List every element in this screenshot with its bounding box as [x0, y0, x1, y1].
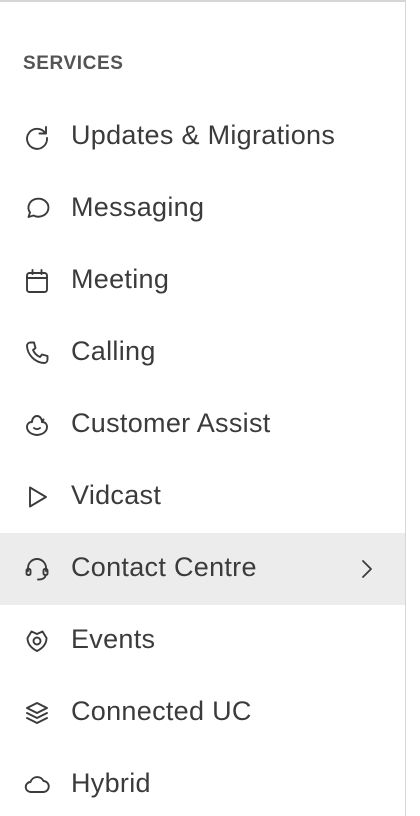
services-nav-list: Updates & Migrations Messaging Meeting C…	[0, 101, 405, 816]
sidebar-item-connected-uc[interactable]: Connected UC	[0, 677, 405, 749]
top-divider	[0, 0, 405, 2]
sidebar-item-label: Vidcast	[71, 480, 162, 510]
sidebar-item-label: Calling	[71, 336, 156, 366]
customer-assist-icon	[23, 411, 51, 439]
chevron-right-icon	[355, 557, 377, 581]
sidebar-item-label: Customer Assist	[71, 408, 271, 438]
sidebar-item-hybrid[interactable]: Hybrid	[0, 749, 405, 816]
sidebar-item-contact-centre[interactable]: Contact Centre	[0, 533, 405, 605]
sidebar-item-label: Meeting	[71, 264, 170, 294]
sidebar-item-label: Connected UC	[71, 696, 252, 726]
sidebar-item-label: Updates & Migrations	[71, 120, 336, 150]
section-heading: SERVICES	[23, 53, 124, 74]
sidebar-item-updates-migrations[interactable]: Updates & Migrations	[0, 101, 405, 173]
headset-icon	[23, 555, 51, 583]
play-icon	[23, 483, 51, 511]
services-sidebar: SERVICES Updates & Migrations Messaging	[0, 0, 406, 816]
sidebar-item-label: Events	[71, 624, 156, 654]
sidebar-item-vidcast[interactable]: Vidcast	[0, 461, 405, 533]
sidebar-item-label: Hybrid	[71, 768, 151, 798]
phone-icon	[23, 339, 51, 367]
sidebar-item-label: Contact Centre	[71, 552, 257, 582]
cloud-icon	[23, 771, 51, 799]
sidebar-item-label: Messaging	[71, 192, 205, 222]
layers-icon	[23, 699, 51, 727]
sidebar-item-messaging[interactable]: Messaging	[0, 173, 405, 245]
sidebar-item-meeting[interactable]: Meeting	[0, 245, 405, 317]
calendar-icon	[23, 267, 51, 295]
chat-bubble-icon	[23, 195, 51, 223]
refresh-icon	[23, 123, 51, 151]
sidebar-item-customer-assist[interactable]: Customer Assist	[0, 389, 405, 461]
sidebar-item-events[interactable]: Events	[0, 605, 405, 677]
sidebar-item-calling[interactable]: Calling	[0, 317, 405, 389]
events-icon	[23, 627, 51, 655]
